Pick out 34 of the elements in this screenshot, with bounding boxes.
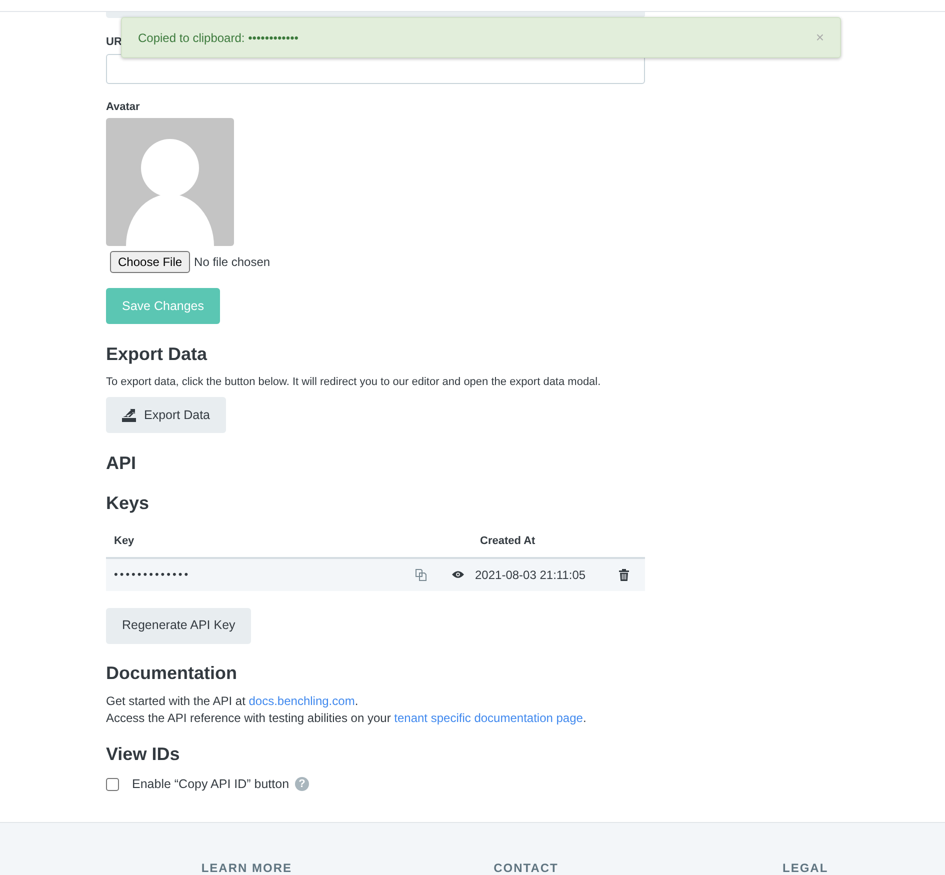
checkbox-label: Enable “Copy API ID” button [132, 776, 290, 793]
column-header: Key [113, 534, 136, 550]
footer-heading: LEARN MORE [201, 860, 292, 875]
export-data-button[interactable]: Export Data [106, 397, 226, 434]
file-status: No file chosen [194, 254, 270, 271]
section-heading: Export Data [106, 344, 208, 366]
checkbox[interactable] [106, 778, 119, 791]
documentation-link[interactable]: tenant specific documentation page [394, 711, 583, 726]
save-changes-button[interactable]: Save Changes [106, 288, 220, 324]
export-description: To export data, click the button below. It will redirect you to our editor and open the export data modal. [106, 374, 602, 390]
field-label: UR [106, 35, 122, 50]
footer-heading: LEGAL [782, 860, 828, 875]
eye-icon[interactable] [452, 570, 464, 580]
documentation-link[interactable]: docs.benchling.com [248, 694, 355, 708]
created-at-cell-text: 2021-08-03 21:11:05 [475, 566, 587, 584]
field-label: Avatar [106, 100, 140, 114]
toast-message: Copied to clipboard: •••••••••••• [138, 30, 298, 46]
section-heading: API [106, 453, 138, 475]
export-icon [122, 408, 136, 422]
section-heading: Documentation [106, 662, 238, 684]
section-heading: Keys [106, 492, 150, 514]
copy-icon[interactable] [415, 568, 427, 581]
choose-file-button[interactable]: Choose File [110, 251, 190, 273]
documentation-text: Get started with the API at docs.benchling.com. [106, 693, 360, 710]
column-header: Created At [479, 534, 536, 550]
section-heading: View IDs [106, 744, 181, 766]
documentation-text: Access the API reference with testing abilities on your tenant specific documentation page. [106, 710, 588, 728]
avatar-placeholder-icon [106, 118, 234, 246]
delete-icon[interactable] [619, 568, 629, 581]
regenerate-api-key-button[interactable]: Regenerate API Key [106, 608, 252, 644]
api-key-cell-text: ••••••••••••• [113, 568, 192, 583]
help-icon[interactable]: ? [295, 777, 310, 792]
footer-heading: CONTACT [494, 860, 558, 875]
close-button[interactable]: × [816, 27, 824, 48]
